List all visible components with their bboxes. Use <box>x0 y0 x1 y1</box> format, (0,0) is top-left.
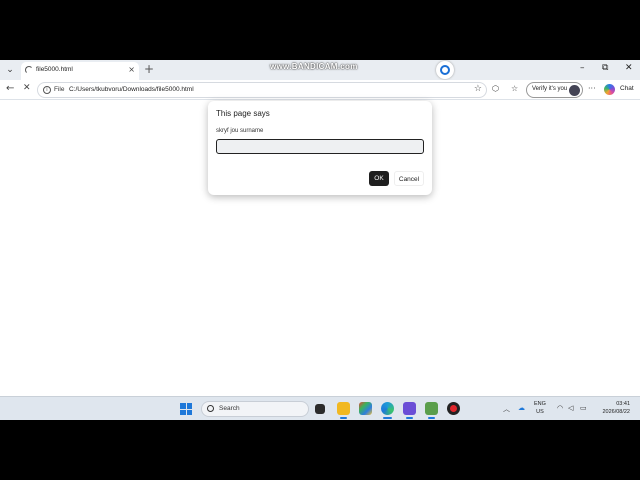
title-bar: ⌄ file5000.html × + www.BANDICAM.com – ⧉… <box>0 60 640 80</box>
app-icon[interactable] <box>425 402 438 419</box>
language-indicator[interactable]: ENG US <box>534 400 546 416</box>
lang-code: ENG <box>534 401 546 407</box>
more-menu-icon[interactable]: ··· <box>588 84 596 93</box>
volume-icon[interactable]: ◁ <box>568 404 573 412</box>
recording-icon <box>436 61 454 79</box>
verify-label: Verify it's you <box>532 86 568 92</box>
chat-label: Chat <box>620 85 634 92</box>
new-tab-button[interactable]: + <box>144 62 154 76</box>
info-icon[interactable]: i <box>43 86 51 94</box>
favorite-star-icon[interactable]: ☆ <box>474 84 482 94</box>
bandicam-icon[interactable] <box>447 402 460 415</box>
close-window-button[interactable]: ✕ <box>625 63 633 73</box>
taskbar-search[interactable]: Search <box>201 401 309 417</box>
start-button[interactable] <box>180 403 192 415</box>
dialog-message: skryf jou surname <box>216 128 264 134</box>
stop-loading-button[interactable]: ✕ <box>23 83 31 93</box>
file-explorer-icon[interactable] <box>337 402 350 419</box>
edge-icon[interactable] <box>381 402 394 419</box>
clock-date: 2026/08/22 <box>602 409 630 415</box>
profile-avatar <box>569 85 580 96</box>
restore-button[interactable]: ⧉ <box>602 63 608 73</box>
prompt-dialog: This page says skryf jou surname OK Canc… <box>208 101 432 195</box>
tab-actions-menu-icon[interactable]: ⌄ <box>2 63 18 77</box>
battery-icon[interactable]: ▭ <box>580 404 587 412</box>
minimize-button[interactable]: – <box>580 63 585 73</box>
taskbar: Search ︿ ☁ ENG US ◠ ◁ ▭ 03:41 2026/08/22 <box>0 396 640 420</box>
verify-button[interactable]: Verify it's you <box>526 82 583 98</box>
omnibox[interactable]: i File C:/Users/tkubvoru/Downloads/file5… <box>37 82 487 98</box>
lang-region: US <box>536 409 544 415</box>
loading-spinner-icon <box>25 66 33 74</box>
dialog-title: This page says <box>216 109 270 118</box>
bandicam-watermark: www.BANDICAM.com <box>270 62 358 71</box>
tab-file5000[interactable]: file5000.html × <box>21 62 139 80</box>
tab-title: file5000.html <box>36 66 73 73</box>
task-view-icon[interactable] <box>315 404 325 414</box>
ok-button[interactable]: OK <box>369 171 389 186</box>
clock-time: 03:41 <box>616 401 630 407</box>
store-icon[interactable] <box>359 402 372 415</box>
url-text[interactable]: C:/Users/tkubvoru/Downloads/file5000.htm… <box>69 86 194 93</box>
tray-overflow-icon[interactable]: ︿ <box>503 404 510 414</box>
favorites-icon[interactable]: ☆ <box>511 84 518 93</box>
onedrive-icon[interactable]: ☁ <box>518 404 525 412</box>
prompt-input[interactable] <box>216 139 424 154</box>
visual-studio-icon[interactable] <box>403 402 416 419</box>
copilot-icon <box>604 84 615 95</box>
extensions-icon[interactable]: ⬡ <box>492 84 499 93</box>
tab-close-icon[interactable]: × <box>128 65 135 74</box>
cancel-button[interactable]: Cancel <box>394 171 424 186</box>
back-button[interactable]: ← <box>6 83 14 94</box>
search-icon <box>207 405 214 412</box>
file-label: File <box>54 86 65 93</box>
wifi-icon[interactable]: ◠ <box>557 404 563 412</box>
screen: ⌄ file5000.html × + www.BANDICAM.com – ⧉… <box>0 60 640 420</box>
search-placeholder: Search <box>219 405 240 412</box>
address-bar: ← ✕ i File C:/Users/tkubvoru/Downloads/f… <box>0 80 640 100</box>
clock[interactable]: 03:41 2026/08/22 <box>598 400 630 416</box>
